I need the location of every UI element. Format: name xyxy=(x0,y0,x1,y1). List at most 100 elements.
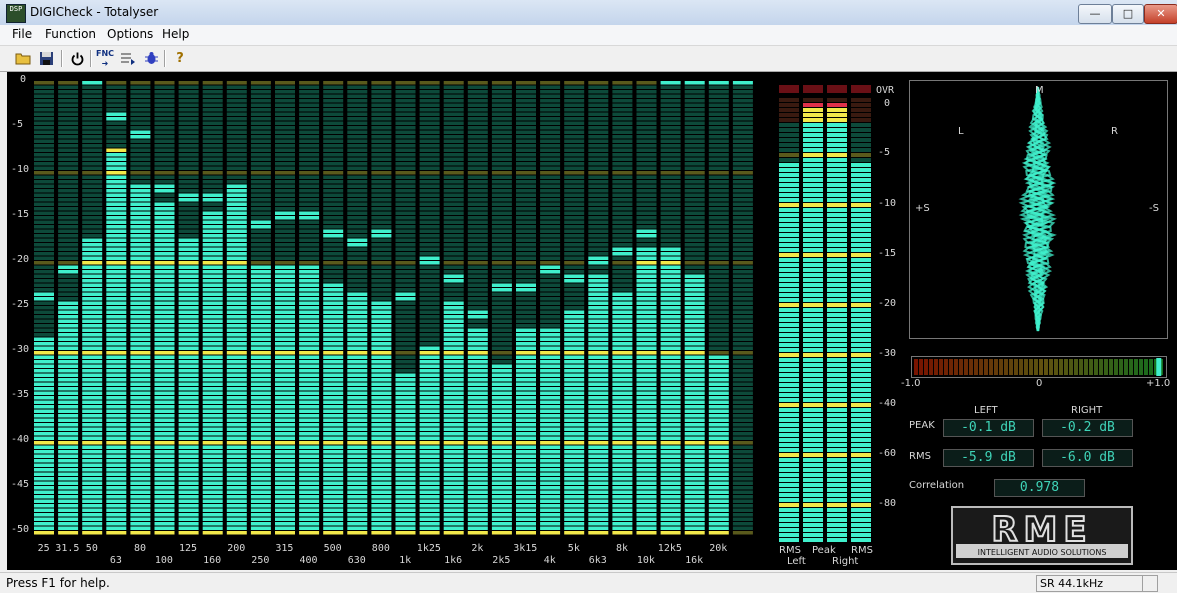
goniometer-label-plus-s: +S xyxy=(915,203,930,214)
spectrum-band-label: 12k5 xyxy=(657,543,682,554)
spectrum-bar xyxy=(58,81,79,535)
level-meter-bar xyxy=(827,85,847,542)
spectrum-db-tick: -10 xyxy=(11,164,30,175)
toolbar-separator xyxy=(61,50,63,67)
menu-function[interactable]: Function xyxy=(45,27,96,41)
spectrum-bar xyxy=(540,81,561,535)
spectrum-band-label: 315 xyxy=(275,543,294,554)
spectrum-band-label: 250 xyxy=(251,555,270,566)
spectrum-band-label: 8k xyxy=(616,543,629,554)
spectrum-db-tick: -45 xyxy=(11,479,30,490)
toolbar: FNC ➜ ? xyxy=(0,45,1177,72)
spectrum-bar xyxy=(636,81,657,535)
menu-file[interactable]: File xyxy=(12,27,32,41)
goniometer: M L R +S -S xyxy=(909,80,1168,339)
peak-right-readout: -0.2 dB xyxy=(1042,419,1133,437)
rms-right-readout: -6.0 dB xyxy=(1042,449,1133,467)
meter-db-tick: -60 xyxy=(878,448,897,459)
spectrum-db-tick: -5 xyxy=(11,119,24,130)
settings-icon[interactable] xyxy=(118,49,138,68)
spectrum-band-label: 50 xyxy=(85,543,98,554)
close-button[interactable]: ✕ xyxy=(1144,4,1177,24)
toolbar-separator xyxy=(90,50,92,67)
open-folder-icon[interactable] xyxy=(13,49,33,68)
readout-left-header: LEFT xyxy=(974,405,998,416)
meter-db-tick: -30 xyxy=(878,348,897,359)
help-icon[interactable]: ? xyxy=(170,49,190,68)
spectrum-band-label: 3k15 xyxy=(513,543,538,554)
goniometer-label-r: R xyxy=(1111,126,1118,137)
spectrum-db-tick: -40 xyxy=(11,434,30,445)
spectrum-bar xyxy=(323,81,344,535)
spectrum-bar xyxy=(34,81,54,535)
meter-label-rms-left: RMS xyxy=(779,545,801,556)
correlation-scale-min: -1.0 xyxy=(901,378,921,389)
readout-rms-label: RMS xyxy=(909,451,931,462)
spectrum-band-label: 400 xyxy=(299,555,318,566)
totalyser-display: 0 -5 -10 -15 -20 -25 -30 -35 -40 -45 -50 25 50 80 125 2… xyxy=(7,72,1177,570)
app-icon[interactable]: DSP xyxy=(6,4,26,23)
correlation-meter xyxy=(911,356,1167,378)
correlation-meter-bar xyxy=(914,358,1163,376)
meter-label-left: Left xyxy=(787,556,806,567)
readout-peak-label: PEAK xyxy=(909,420,935,431)
menu-help[interactable]: Help xyxy=(162,27,189,41)
goniometer-label-l: L xyxy=(958,126,964,137)
spectrum-band-label: 2k5 xyxy=(492,555,511,566)
status-bar: Press F1 for help. SR 44.1kHz xyxy=(0,572,1177,593)
rms-left-readout: -5.9 dB xyxy=(943,449,1034,467)
spectrum-bar xyxy=(419,81,440,535)
correlation-segments xyxy=(914,359,1163,375)
minimize-button[interactable]: — xyxy=(1078,4,1112,24)
meter-label-right: Right xyxy=(832,556,859,567)
level-meter-bar xyxy=(779,85,799,542)
spectrum-bar xyxy=(347,81,368,535)
spectrum-bar xyxy=(250,81,271,535)
toolbar-separator xyxy=(164,50,166,67)
spectrum-bar xyxy=(82,81,103,535)
menu-options[interactable]: Options xyxy=(107,27,153,41)
meter-db-tick: -40 xyxy=(878,398,897,409)
meter-label-rms-right: RMS xyxy=(851,545,873,556)
spectrum-band-label: 2k xyxy=(471,543,484,554)
correlation-scale-max: +1.0 xyxy=(1146,378,1171,389)
meter-db-tick: -15 xyxy=(878,248,897,259)
spectrum-band-label: 1k6 xyxy=(444,555,463,566)
spectrum-bar xyxy=(299,81,320,535)
correlation-pointer xyxy=(1156,358,1162,376)
spectrum-bar xyxy=(660,81,681,535)
goniometer-label-m: M xyxy=(1035,85,1044,96)
spectrum-bar xyxy=(226,81,247,535)
spectrum-bar xyxy=(467,81,488,535)
spectrum-band-label: 25 xyxy=(37,543,50,554)
spectrum-bar xyxy=(612,81,633,535)
spectrum-bar xyxy=(732,81,753,535)
power-icon[interactable] xyxy=(67,49,87,68)
logo-tagline: INTELLIGENT AUDIO SOLUTIONS xyxy=(978,548,1107,557)
close-icon: ✕ xyxy=(1156,7,1166,20)
spectrum-band-label: 5k xyxy=(567,543,580,554)
title-bar[interactable]: DSP DIGICheck - Totalyser — □ ✕ xyxy=(0,0,1177,26)
spectrum-db-tick: -20 xyxy=(11,254,30,265)
bug-icon[interactable] xyxy=(141,49,161,68)
spectrum-db-tick: -30 xyxy=(11,344,30,355)
spectrum-band-label: 1k xyxy=(399,555,412,566)
spectrum-band-label: 100 xyxy=(154,555,173,566)
spectrum-bar xyxy=(491,81,512,535)
spectrum-db-tick: -35 xyxy=(11,389,30,400)
menu-bar: File Function Options Help xyxy=(0,25,1177,45)
rme-logo-graphic: RME INTELLIGENT AUDIO SOLUTIONS xyxy=(956,509,1128,558)
resize-grip[interactable] xyxy=(1142,575,1158,592)
sample-rate-indicator: SR 44.1kHz xyxy=(1036,575,1143,592)
save-icon[interactable] xyxy=(36,49,56,68)
spectrum-analyzer xyxy=(34,81,753,535)
minimize-icon: — xyxy=(1089,7,1101,20)
spectrum-bar xyxy=(371,81,392,535)
spectrum-db-tick: -25 xyxy=(11,299,30,310)
level-meter-bar xyxy=(851,85,871,542)
maximize-button[interactable]: □ xyxy=(1112,4,1144,24)
spectrum-band-label: 125 xyxy=(179,543,198,554)
spectrum-band-label: 10k xyxy=(636,555,655,566)
spectrum-db-tick: -50 xyxy=(11,524,30,535)
fnc-icon[interactable]: FNC ➜ xyxy=(95,49,115,68)
